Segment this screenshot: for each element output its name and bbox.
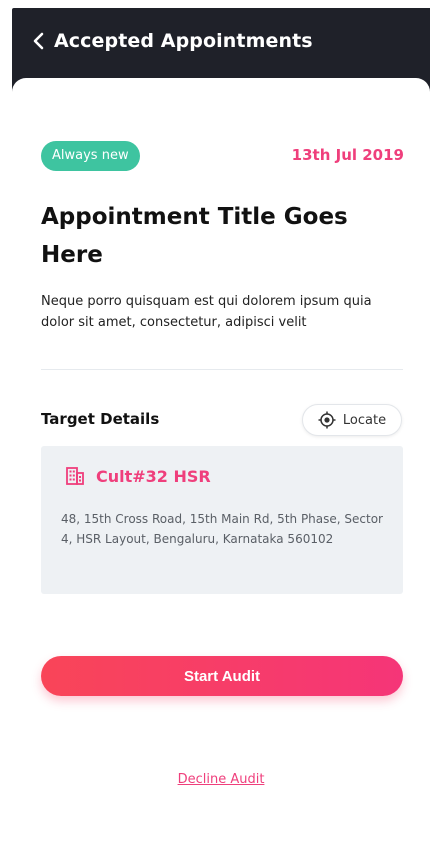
appointment-card: Always new 13th Jul 2019 Appointment Tit… — [12, 78, 430, 865]
decline-audit-link[interactable]: Decline Audit — [12, 772, 430, 787]
divider — [41, 369, 403, 370]
page: Accepted Appointments Always new 13th Ju… — [0, 0, 430, 865]
locate-label: Locate — [342, 412, 387, 428]
page-title: Accepted Appointments — [54, 30, 313, 52]
start-audit-button[interactable]: Start Audit — [41, 656, 403, 696]
appointment-date: 13th Jul 2019 — [291, 146, 404, 164]
target-details-box: Cult#32 HSR 48, 15th Cross Road, 15th Ma… — [41, 446, 403, 594]
target-details-heading: Target Details — [41, 410, 160, 428]
appointment-title: Appointment Title Goes Here — [41, 204, 348, 268]
venue-address: 48, 15th Cross Road, 15th Main Rd, 5th P… — [61, 512, 383, 546]
appointment-description: Neque porro quisquam est qui dolorem ips… — [41, 294, 372, 330]
venue-row: Cult#32 HSR — [65, 466, 211, 486]
venue-name: Cult#32 HSR — [96, 466, 211, 486]
building-icon — [66, 467, 84, 485]
target-icon — [318, 411, 336, 429]
status-badge: Always new — [41, 141, 140, 171]
back-button[interactable]: Accepted Appointments — [30, 30, 313, 52]
chevron-left-icon — [33, 32, 44, 50]
locate-button[interactable]: Locate — [302, 404, 402, 436]
